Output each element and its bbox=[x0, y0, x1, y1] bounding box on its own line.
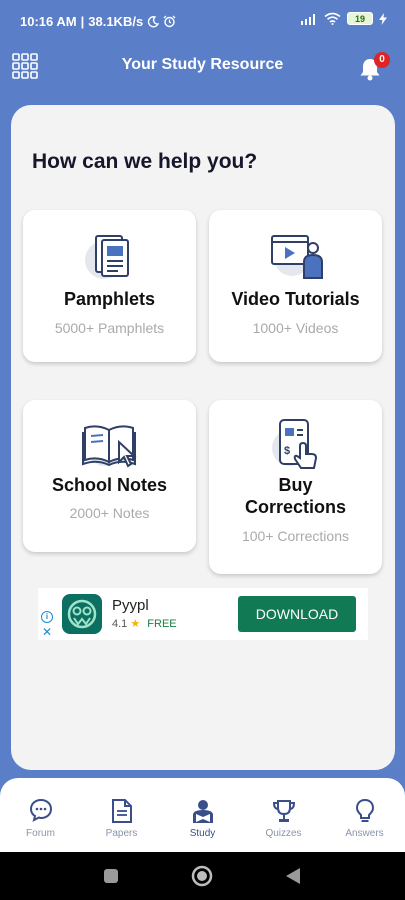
nav-label: Answers bbox=[345, 828, 384, 839]
nav-label: Forum bbox=[26, 828, 55, 839]
bottom-nav: Forum Papers Study Quizzes Answers bbox=[0, 778, 405, 852]
system-nav-bar bbox=[0, 852, 405, 900]
card-title: Pamphlets bbox=[63, 289, 156, 309]
signal-icon bbox=[301, 13, 315, 25]
help-heading: How can we help you? bbox=[32, 150, 258, 173]
nav-label: Study bbox=[189, 828, 216, 839]
card-title: Video Tutorials bbox=[231, 289, 360, 309]
svg-text:$: $ bbox=[284, 445, 290, 457]
home-button-icon[interactable] bbox=[191, 865, 213, 887]
card-title: School Notes bbox=[51, 475, 167, 495]
ad-price: FREE bbox=[147, 618, 177, 630]
pyypl-logo-icon bbox=[67, 599, 97, 629]
nav-item-answers[interactable]: Answers bbox=[324, 778, 405, 852]
charging-icon bbox=[379, 12, 387, 25]
nav-item-study[interactable]: Study bbox=[162, 778, 243, 852]
card-title: Buy Corrections bbox=[244, 475, 347, 517]
trophy-icon bbox=[272, 800, 295, 822]
card-subtitle: 1000+ Videos bbox=[252, 320, 339, 336]
study-icon bbox=[192, 800, 213, 823]
wifi-icon bbox=[324, 12, 341, 25]
battery-indicator: 19 bbox=[347, 12, 373, 25]
ad-app-name: Pyypl bbox=[112, 597, 149, 614]
app-header: Your Study Resource 0 bbox=[0, 42, 405, 92]
nav-label: Quizzes bbox=[265, 828, 302, 839]
recents-button-icon[interactable] bbox=[103, 868, 119, 884]
chat-bubble-icon bbox=[29, 798, 52, 822]
open-book-icon bbox=[81, 425, 137, 468]
ad-close-icon[interactable]: ✕ bbox=[42, 625, 52, 639]
ad-rating: 4.1 bbox=[112, 618, 128, 630]
school-notes-card[interactable]: School Notes 2000+ Notes bbox=[23, 400, 196, 552]
status-bar: 10:16 AM | 38.1KB/s 19 bbox=[0, 0, 405, 42]
status-time: 10:16 AM bbox=[20, 14, 77, 29]
ad-banner[interactable]: i ✕ Pyypl 4.1 ★ FREE DOWNLOAD bbox=[38, 588, 368, 640]
page-title: Your Study Resource bbox=[121, 56, 284, 73]
app-logo bbox=[62, 594, 102, 634]
notification-badge: 0 bbox=[374, 52, 390, 68]
ad-meta: 4.1 ★ FREE bbox=[112, 617, 177, 630]
lightbulb-icon bbox=[355, 798, 374, 822]
status-speed: 38.1KB/s bbox=[88, 14, 144, 29]
nav-item-quizzes[interactable]: Quizzes bbox=[243, 778, 324, 852]
nav-label: Papers bbox=[105, 828, 138, 839]
alarm-icon bbox=[163, 15, 176, 28]
notifications-button[interactable]: 0 bbox=[357, 52, 391, 82]
pamphlet-icon bbox=[84, 235, 129, 279]
card-subtitle: 2000+ Notes bbox=[69, 505, 150, 521]
buy-corrections-card[interactable]: $ Buy Corrections 100+ Corrections bbox=[209, 400, 382, 574]
nav-item-forum[interactable]: Forum bbox=[0, 778, 81, 852]
ad-download-button[interactable]: DOWNLOAD bbox=[238, 596, 356, 632]
main-panel: How can we help you? Pamphlets 5000+ Pam… bbox=[11, 105, 395, 770]
video-tutorials-card[interactable]: Video Tutorials 1000+ Videos bbox=[209, 210, 382, 362]
card-subtitle: 5000+ Pamphlets bbox=[54, 320, 165, 336]
ad-info-icon[interactable]: i bbox=[41, 611, 53, 623]
moon-icon bbox=[148, 15, 160, 27]
document-icon bbox=[111, 799, 132, 823]
back-button-icon[interactable] bbox=[285, 867, 301, 885]
mobile-payment-icon: $ bbox=[271, 419, 317, 469]
star-icon: ★ bbox=[130, 618, 141, 630]
pamphlets-card[interactable]: Pamphlets 5000+ Pamphlets bbox=[23, 210, 196, 362]
nav-item-papers[interactable]: Papers bbox=[81, 778, 162, 852]
video-tutorial-icon bbox=[270, 235, 323, 279]
card-subtitle: 100+ Corrections bbox=[241, 528, 349, 544]
